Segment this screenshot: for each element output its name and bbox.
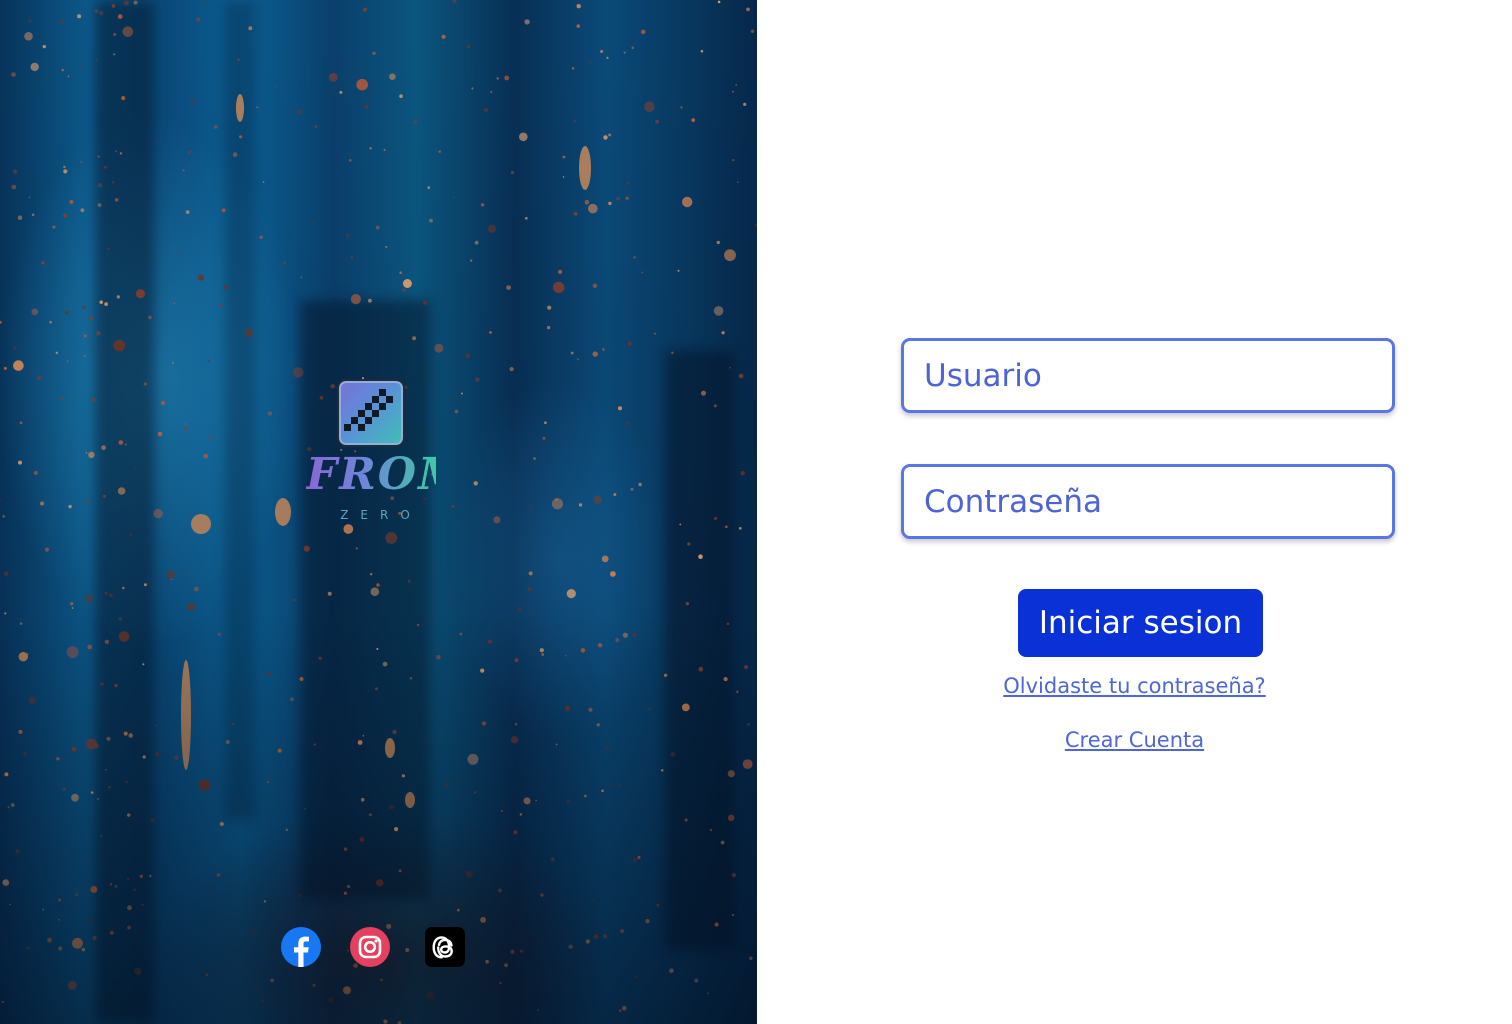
instagram-icon[interactable] (350, 927, 390, 967)
checkered-square-logo-icon (337, 379, 405, 447)
threads-icon[interactable] (425, 927, 465, 967)
facebook-icon[interactable] (281, 927, 321, 967)
brand-logo: FROM ZERO (306, 378, 469, 528)
login-panel: Iniciar sesion Olvidaste tu contraseña? … (757, 0, 1512, 1024)
password-input[interactable] (901, 464, 1395, 539)
create-account-link[interactable]: Crear Cuenta (757, 728, 1512, 752)
checker-pattern (344, 389, 393, 431)
hero-panel: FROM ZERO (0, 0, 757, 1024)
username-input[interactable] (901, 338, 1395, 413)
forgot-password-link[interactable]: Olvidaste tu contraseña? (757, 674, 1512, 698)
logo-wordmark: FROM (306, 449, 469, 500)
login-button[interactable]: Iniciar sesion (1018, 589, 1263, 657)
logo-subtitle: ZERO (340, 508, 422, 522)
